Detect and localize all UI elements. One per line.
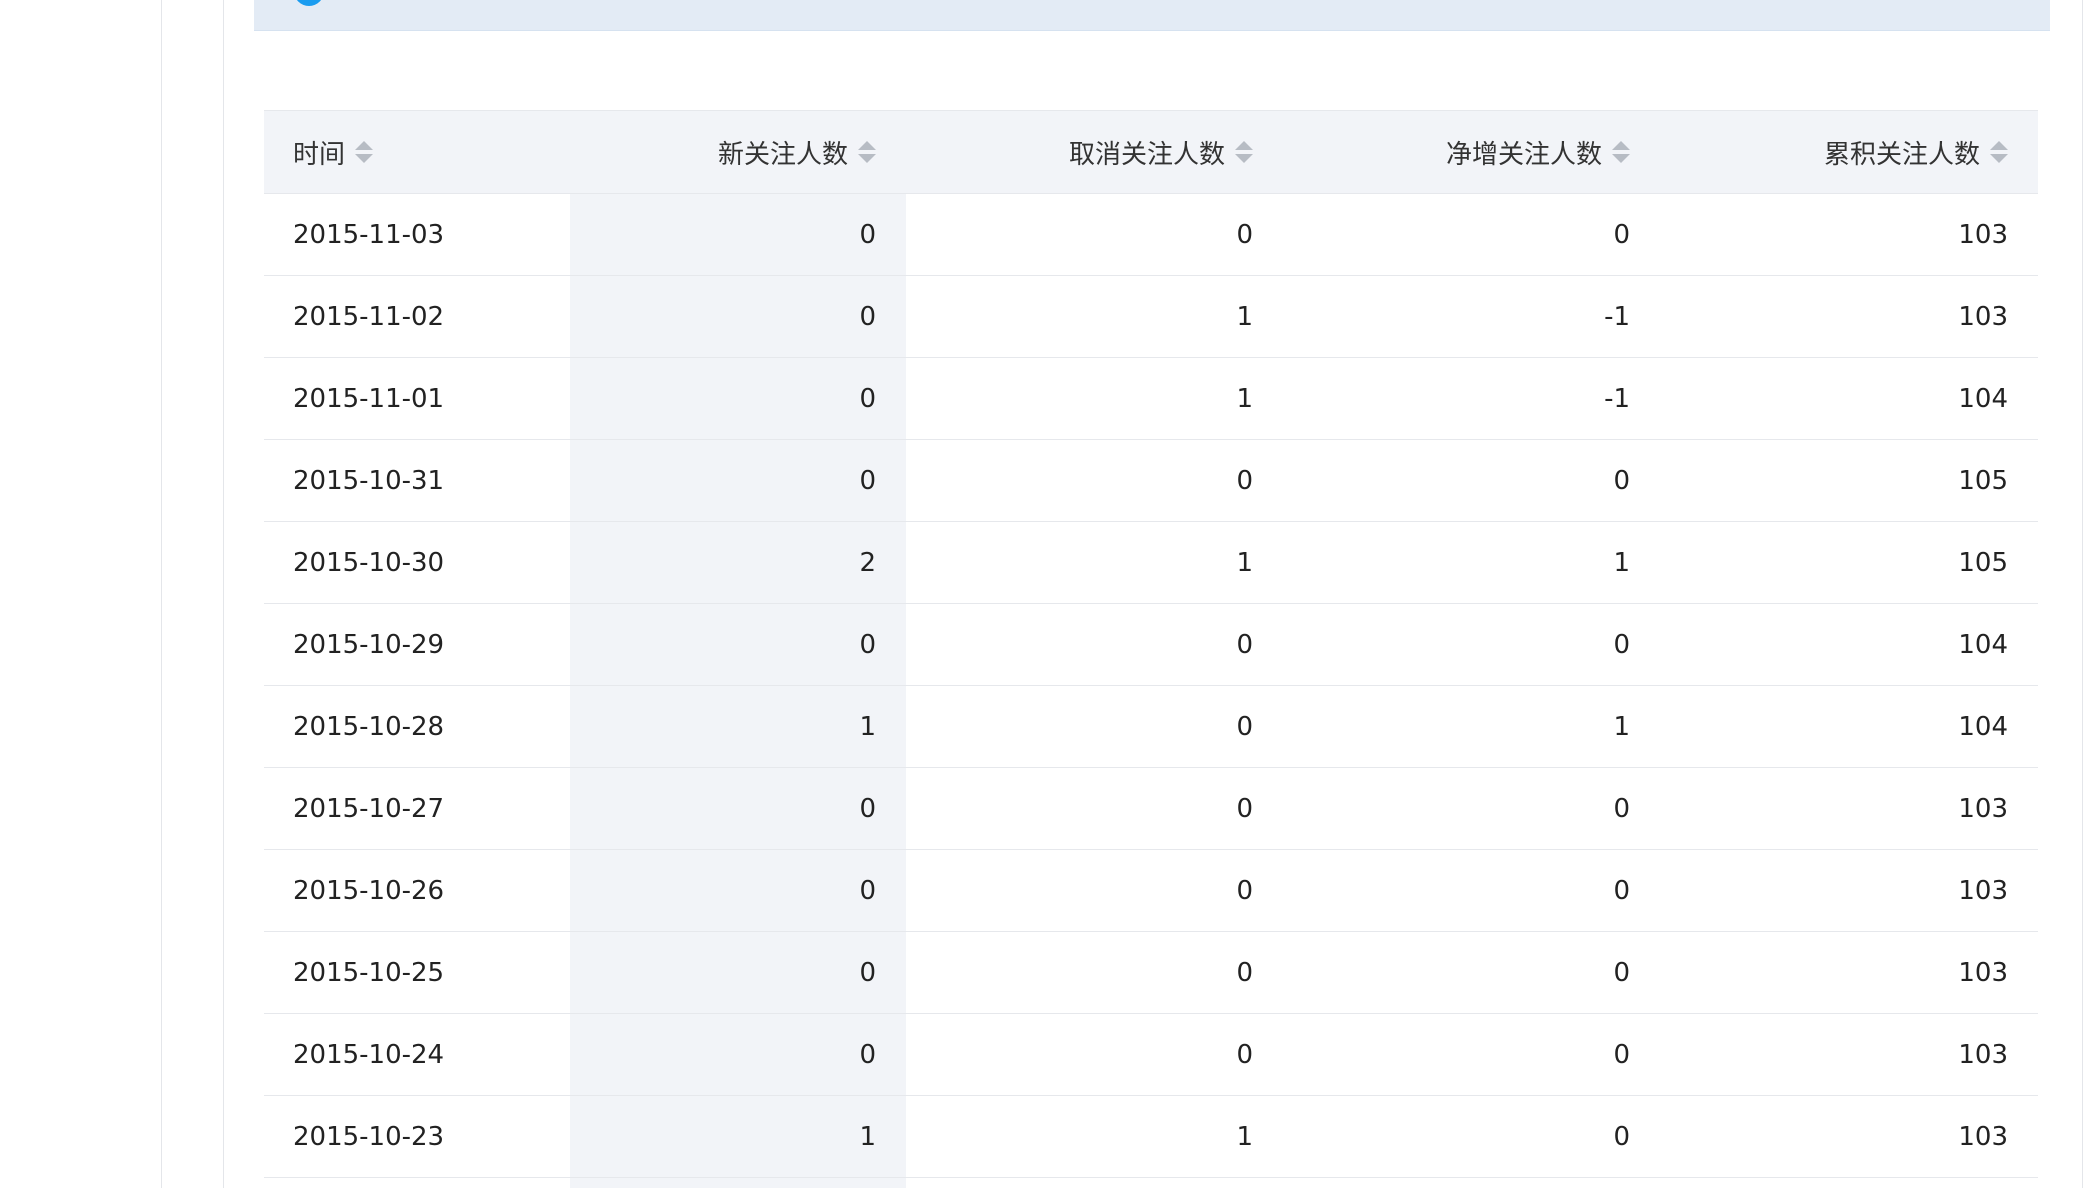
cell-net-followers: 1 xyxy=(1283,521,1660,604)
cell-new-followers: 0 xyxy=(570,767,906,850)
right-divider xyxy=(2082,0,2083,1188)
sorted-column-shade xyxy=(570,1178,906,1188)
table-row: 2015-10-31 0 0 0 105 xyxy=(264,439,2038,522)
sidebar-divider xyxy=(161,0,162,1188)
cell-total-followers: 104 xyxy=(1660,357,2038,440)
cell-total-followers: 103 xyxy=(1660,849,2038,932)
cell-cancel-followers: 0 xyxy=(906,439,1283,522)
column-header-net-followers-label: 净增关注人数 xyxy=(1445,139,1602,170)
cell-new-followers: 0 xyxy=(570,931,906,1014)
cell-new-followers: 1 xyxy=(570,685,906,768)
column-header-date[interactable]: 时间 xyxy=(264,110,570,194)
cell-date: 2015-10-29 xyxy=(264,603,570,686)
cell-new-followers: 0 xyxy=(570,357,906,440)
cell-total-followers: 104 xyxy=(1660,685,2038,768)
cell-cancel-followers: 0 xyxy=(906,685,1283,768)
cell-net-followers: 0 xyxy=(1283,849,1660,932)
cell-total-followers: 103 xyxy=(1660,1013,2038,1096)
cell-cancel-followers: 0 xyxy=(906,603,1283,686)
table-row: 2015-10-30 2 1 1 105 xyxy=(264,521,2038,604)
cell-new-followers: 0 xyxy=(570,439,906,522)
table-row: 2015-10-27 0 0 0 103 xyxy=(264,767,2038,850)
cell-new-followers: 1 xyxy=(570,1095,906,1178)
cell-net-followers: 1 xyxy=(1283,685,1660,768)
table-header-row: 时间 新关注人数 取消关注人数 净增关注人数 累积关注人数 xyxy=(264,110,2038,194)
column-header-new-followers-label: 新关注人数 xyxy=(717,139,848,170)
cell-date: 2015-10-26 xyxy=(264,849,570,932)
table-row: 2015-10-25 0 0 0 103 xyxy=(264,931,2038,1014)
cell-cancel-followers: 1 xyxy=(906,275,1283,358)
cell-date: 2015-10-28 xyxy=(264,685,570,768)
cell-date: 2015-10-30 xyxy=(264,521,570,604)
page: 时间 新关注人数 取消关注人数 净增关注人数 累积关注人数 2015-11-03… xyxy=(0,0,2100,1188)
info-notice-bar xyxy=(254,0,2050,31)
cell-date: 2015-10-27 xyxy=(264,767,570,850)
cell-cancel-followers: 0 xyxy=(906,767,1283,850)
cell-net-followers: 0 xyxy=(1283,1095,1660,1178)
column-header-total-followers[interactable]: 累积关注人数 xyxy=(1660,110,2038,194)
column-header-new-followers[interactable]: 新关注人数 xyxy=(570,110,906,194)
table-row: 2015-10-26 0 0 0 103 xyxy=(264,849,2038,932)
table-next-row-partial xyxy=(264,1178,2038,1188)
cell-net-followers: 0 xyxy=(1283,439,1660,522)
cell-date: 2015-11-01 xyxy=(264,357,570,440)
cell-new-followers: 0 xyxy=(570,603,906,686)
table-row: 2015-10-24 0 0 0 103 xyxy=(264,1013,2038,1096)
cell-cancel-followers: 0 xyxy=(906,193,1283,276)
column-header-date-label: 时间 xyxy=(293,139,346,170)
cell-total-followers: 105 xyxy=(1660,521,2038,604)
content-divider xyxy=(223,0,224,1188)
sort-icon[interactable] xyxy=(1235,140,1253,164)
cell-cancel-followers: 1 xyxy=(906,1095,1283,1178)
cell-date: 2015-10-23 xyxy=(264,1095,570,1178)
cell-total-followers: 103 xyxy=(1660,767,2038,850)
cell-new-followers: 0 xyxy=(570,849,906,932)
followers-table: 时间 新关注人数 取消关注人数 净增关注人数 累积关注人数 2015-11-03… xyxy=(264,110,2038,1178)
cell-cancel-followers: 1 xyxy=(906,357,1283,440)
cell-total-followers: 103 xyxy=(1660,1095,2038,1178)
cell-cancel-followers: 1 xyxy=(906,521,1283,604)
cell-new-followers: 2 xyxy=(570,521,906,604)
cell-total-followers: 105 xyxy=(1660,439,2038,522)
table-row: 2015-10-28 1 0 1 104 xyxy=(264,685,2038,768)
cell-new-followers: 0 xyxy=(570,1013,906,1096)
cell-net-followers: -1 xyxy=(1283,275,1660,358)
cell-cancel-followers: 0 xyxy=(906,1013,1283,1096)
table-row: 2015-11-02 0 1 -1 103 xyxy=(264,275,2038,358)
column-header-total-followers-label: 累积关注人数 xyxy=(1823,139,1980,170)
cell-cancel-followers: 0 xyxy=(906,931,1283,1014)
table-row: 2015-10-29 0 0 0 104 xyxy=(264,603,2038,686)
cell-date: 2015-10-25 xyxy=(264,931,570,1014)
sort-icon[interactable] xyxy=(858,140,876,164)
cell-new-followers: 0 xyxy=(570,193,906,276)
table-row: 2015-11-03 0 0 0 103 xyxy=(264,193,2038,276)
column-header-cancel-followers[interactable]: 取消关注人数 xyxy=(906,110,1283,194)
cell-cancel-followers: 0 xyxy=(906,849,1283,932)
sort-icon[interactable] xyxy=(1990,140,2008,164)
cell-net-followers: -1 xyxy=(1283,357,1660,440)
table-row: 2015-10-23 1 1 0 103 xyxy=(264,1095,2038,1178)
cell-date: 2015-10-24 xyxy=(264,1013,570,1096)
cell-net-followers: 0 xyxy=(1283,193,1660,276)
cell-new-followers: 0 xyxy=(570,275,906,358)
cell-total-followers: 103 xyxy=(1660,275,2038,358)
cell-date: 2015-10-31 xyxy=(264,439,570,522)
cell-total-followers: 104 xyxy=(1660,603,2038,686)
cell-date: 2015-11-03 xyxy=(264,193,570,276)
table-body: 2015-11-03 0 0 0 103 2015-11-02 0 1 -1 103 2015-11… xyxy=(264,193,2038,1178)
cell-total-followers: 103 xyxy=(1660,931,2038,1014)
column-header-cancel-followers-label: 取消关注人数 xyxy=(1068,139,1225,170)
cell-net-followers: 0 xyxy=(1283,603,1660,686)
cell-date: 2015-11-02 xyxy=(264,275,570,358)
table-row: 2015-11-01 0 1 -1 104 xyxy=(264,357,2038,440)
sort-icon[interactable] xyxy=(1612,140,1630,164)
followers-table-container: 时间 新关注人数 取消关注人数 净增关注人数 累积关注人数 2015-11-03… xyxy=(264,110,2038,1178)
cell-net-followers: 0 xyxy=(1283,767,1660,850)
cell-total-followers: 103 xyxy=(1660,193,2038,276)
column-header-net-followers[interactable]: 净增关注人数 xyxy=(1283,110,1660,194)
cell-net-followers: 0 xyxy=(1283,1013,1660,1096)
cell-net-followers: 0 xyxy=(1283,931,1660,1014)
table-header: 时间 新关注人数 取消关注人数 净增关注人数 累积关注人数 xyxy=(264,110,2038,194)
sort-icon[interactable] xyxy=(355,140,374,164)
